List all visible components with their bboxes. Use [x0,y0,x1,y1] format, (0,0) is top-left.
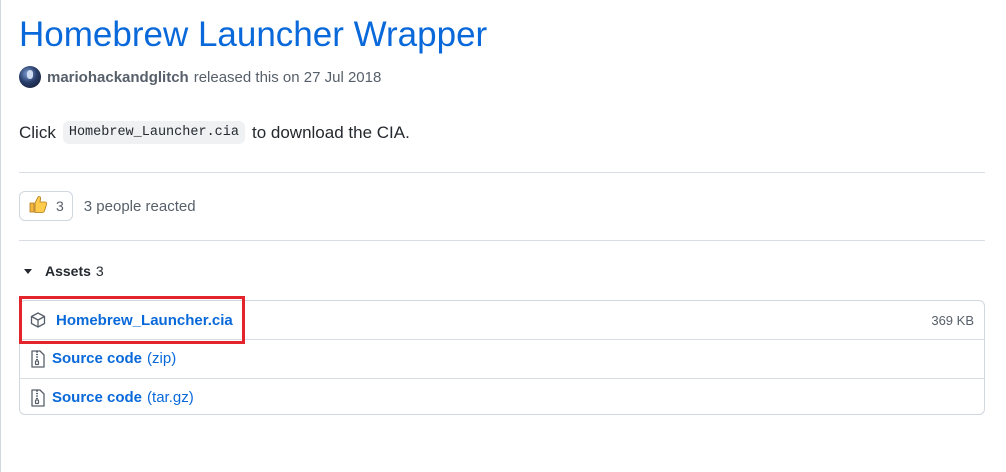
file-zip-icon [30,388,46,407]
description-suffix: to download the CIA. [251,122,410,142]
assets-toggle[interactable]: Assets 3 [19,263,104,279]
release-date-text: released this on 27 Jul 2018 [193,68,382,86]
release-description: Click Homebrew_Launcher.cia to download … [19,121,410,144]
asset-row-targz: Source code (tar.gz) [20,378,984,416]
description-prefix: Click [19,122,56,142]
release-title[interactable]: Homebrew Launcher Wrapper [19,15,487,55]
source-code-targz-link[interactable]: Source code [52,389,142,406]
asset-size: 369 KB [931,312,974,328]
highlight-box [19,296,245,344]
source-code-targz-suffix[interactable]: (tar.gz) [147,389,194,406]
reactions-summary: 3 people reacted [83,197,196,215]
divider [19,240,985,241]
release-author-line: mariohackandglitch released this on 27 J… [19,66,381,88]
asset-row-zip: Source code (zip) [20,339,984,377]
thumbs-up-icon [28,194,48,219]
avatar[interactable] [19,66,41,88]
divider [19,172,985,173]
reactions-bar: 3 3 people reacted [19,191,196,221]
reaction-count: 3 [56,198,64,214]
author-link[interactable]: mariohackandglitch [47,69,189,86]
file-zip-icon [30,349,46,368]
thumbs-up-reaction-button[interactable]: 3 [19,191,73,221]
description-code: Homebrew_Launcher.cia [62,121,245,144]
assets-label: Assets [45,263,91,279]
caret-down-icon [24,268,32,274]
assets-count: 3 [95,263,104,279]
source-code-zip-link[interactable]: Source code [52,350,142,367]
source-code-zip-suffix[interactable]: (zip) [147,350,176,367]
page-left-border [0,0,1,472]
